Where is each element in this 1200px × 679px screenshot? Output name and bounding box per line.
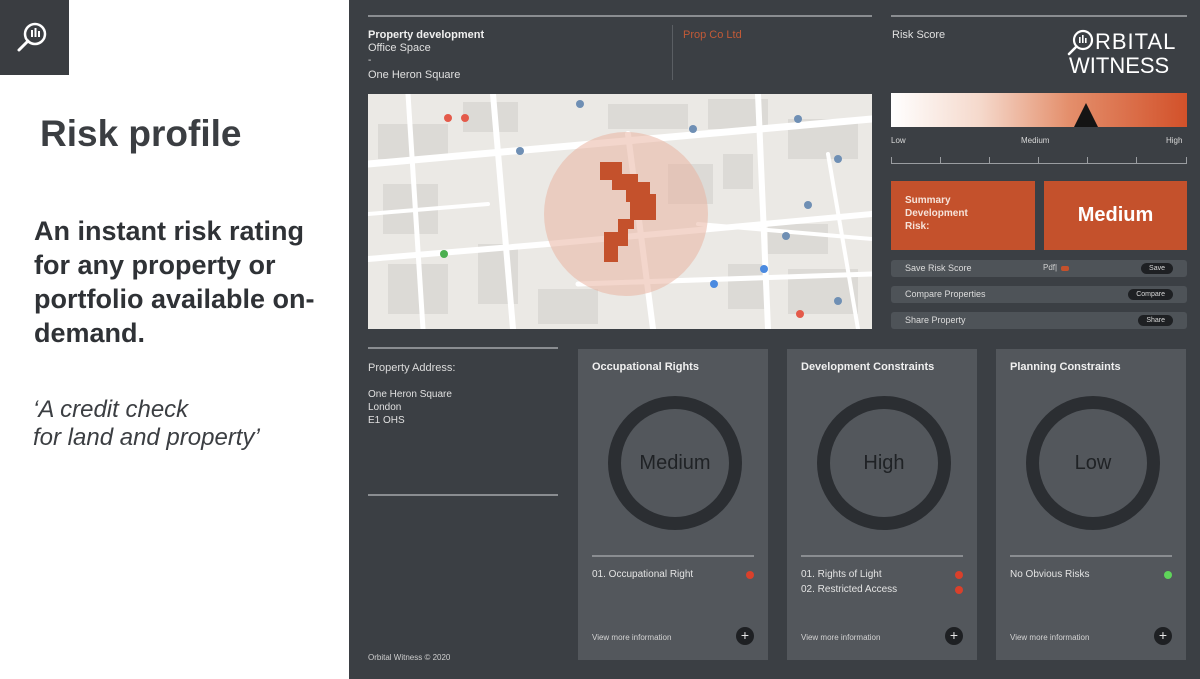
list-item-text: 01. Rights of Light (801, 569, 882, 580)
risk-gauge (891, 93, 1187, 127)
gauge-high-label: High (1166, 136, 1183, 145)
status-dot-green (1164, 571, 1172, 579)
property-separator: - (368, 55, 372, 66)
card-rule (592, 555, 754, 557)
quote-line-2: for land and property’ (33, 424, 260, 451)
address-line-2: London (368, 402, 402, 413)
rating-value: Medium (639, 452, 711, 474)
share-property-label: Share Property (905, 315, 966, 325)
property-map[interactable] (368, 94, 872, 329)
status-dot-red (955, 571, 963, 579)
slide-title: Risk profile (40, 113, 242, 154)
gauge-marker (1074, 103, 1099, 127)
summary-label: Summary Development Risk: (905, 195, 968, 232)
list-item: 02. Restricted Access (801, 584, 963, 595)
score-rule (891, 15, 1187, 17)
share-button[interactable]: Share (1138, 315, 1173, 326)
property-name: One Heron Square (368, 69, 461, 81)
card-rule (801, 555, 963, 557)
pdf-format-toggle[interactable] (1061, 266, 1069, 271)
slide-tagline: An instant risk rating for any property … (34, 216, 315, 348)
address-top-rule (368, 347, 558, 349)
company-name: Prop Co Ltd (683, 29, 742, 41)
list-item: No Obvious Risks (1010, 569, 1172, 580)
brand-line-2: WITNESS (1069, 53, 1170, 78)
card-planning-constraints: Planning Constraints Low No Obvious Risk… (996, 349, 1186, 660)
rating-ring: Low (1026, 396, 1160, 530)
slide-quote: ‘A credit check for land and property’ (33, 396, 333, 452)
plus-icon[interactable]: + (1154, 627, 1172, 645)
save-risk-score-row: Save Risk Score Pdf| Save (891, 260, 1187, 277)
brand-line-1: RBITAL (1095, 29, 1177, 54)
list-item: 01. Rights of Light (801, 569, 963, 580)
risk-dashboard: Property development Office Space - One … (349, 0, 1200, 679)
property-type: Office Space (368, 42, 431, 54)
brand-logo: RBITAL WITNESS (1065, 26, 1190, 78)
card-rule (1010, 555, 1172, 557)
gauge-medium-label: Medium (1021, 136, 1050, 145)
summary-value: Medium (1044, 181, 1187, 250)
save-risk-score-label: Save Risk Score (905, 263, 972, 273)
rating-value: High (863, 452, 905, 474)
map-canvas (368, 94, 872, 329)
plus-icon[interactable]: + (736, 627, 754, 645)
gauge-low-label: Low (891, 136, 906, 145)
search-icon (17, 22, 47, 52)
header-rule (368, 15, 872, 17)
card-title: Occupational Rights (592, 361, 699, 373)
address-bottom-rule (368, 494, 558, 496)
slide-logo (0, 0, 69, 75)
share-property-row: Share Property Share (891, 312, 1187, 329)
compare-properties-row: Compare Properties Compare (891, 286, 1187, 303)
card-title: Development Constraints (801, 361, 935, 373)
view-more-link[interactable]: View more information (1010, 633, 1089, 642)
status-dot-red (746, 571, 754, 579)
card-occupational-rights: Occupational Rights Medium 01. Occupatio… (578, 349, 768, 660)
card-development-constraints: Development Constraints High 01. Rights … (787, 349, 977, 660)
header-divider (672, 25, 673, 80)
list-item: 01. Occupational Right (592, 569, 754, 580)
rating-ring: High (817, 396, 951, 530)
property-type-label: Property development (368, 29, 485, 41)
status-dot-red (955, 586, 963, 594)
list-item-text: No Obvious Risks (1010, 569, 1090, 580)
rating-value: Low (1074, 452, 1112, 474)
address-line-1: One Heron Square (368, 389, 452, 400)
summary-label-box: Summary Development Risk: (891, 181, 1035, 250)
save-button[interactable]: Save (1141, 263, 1173, 274)
gauge-scale (891, 156, 1187, 164)
address-line-3: E1 OHS (368, 415, 405, 426)
rating-ring: Medium (608, 396, 742, 530)
view-more-link[interactable]: View more information (592, 633, 671, 642)
quote-line-1: ‘A credit check (33, 396, 189, 423)
slide-panel: Risk profile An instant risk rating for … (0, 0, 349, 679)
plus-icon[interactable]: + (945, 627, 963, 645)
list-item-text: 01. Occupational Right (592, 569, 694, 580)
copyright: Orbital Witness © 2020 (368, 653, 451, 662)
compare-properties-label: Compare Properties (905, 289, 986, 299)
list-item-text: 02. Restricted Access (801, 584, 898, 595)
address-label: Property Address: (368, 362, 456, 374)
view-more-link[interactable]: View more information (801, 633, 880, 642)
pdf-format-label: Pdf| (1043, 263, 1058, 272)
card-title: Planning Constraints (1010, 361, 1121, 373)
risk-score-label: Risk Score (892, 29, 946, 41)
compare-button[interactable]: Compare (1128, 289, 1173, 300)
